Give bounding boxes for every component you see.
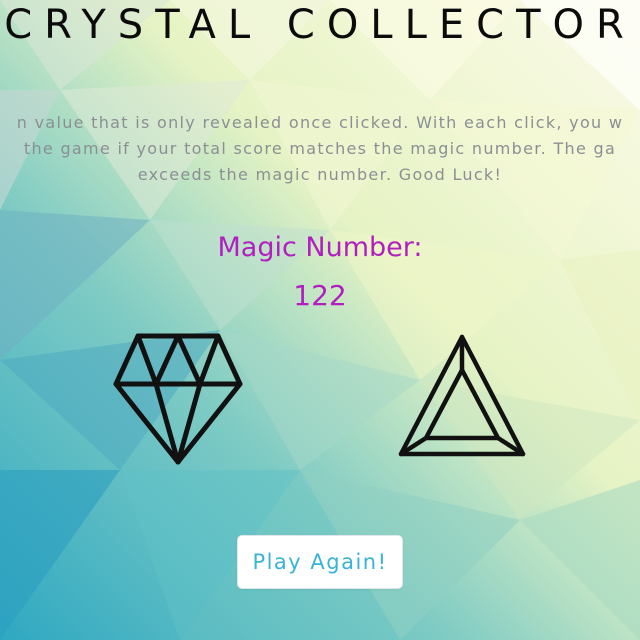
instructions-line: exceeds the magic number. Good Luck! [137, 165, 503, 184]
instructions-line: n value that is only revealed once click… [16, 113, 624, 132]
instructions-text: n value that is only revealed once click… [0, 110, 640, 188]
game-container: CRYSTAL COLLECTOR n value that is only r… [0, 0, 640, 640]
magic-number-value: 122 [293, 279, 347, 312]
instructions-line: the game if your total score matches the… [23, 139, 617, 158]
crystal-diamond-button[interactable] [112, 328, 244, 468]
magic-number-label: Magic Number: [217, 232, 423, 263]
triangle-crystal-icon [398, 334, 526, 457]
crystal-triangle-button[interactable] [396, 330, 528, 460]
diamond-crystal-icon [113, 333, 243, 465]
play-again-button[interactable]: Play Again! [237, 535, 403, 589]
game-title: CRYSTAL COLLECTOR [4, 2, 636, 48]
